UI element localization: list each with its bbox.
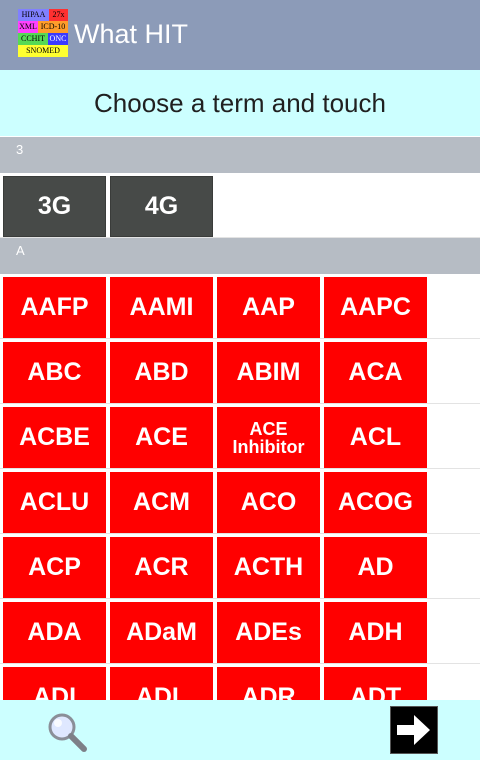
term-row: ACBE ACE ACE Inhibitor ACL — [0, 404, 480, 469]
term-tile[interactable]: AAFP — [3, 277, 106, 338]
term-row: ADA ADaM ADEs ADH — [0, 599, 480, 664]
section-header: A — [0, 238, 480, 274]
term-tile[interactable]: ADA — [3, 602, 106, 663]
term-tile[interactable]: ACM — [110, 472, 213, 533]
term-tile[interactable]: ACR — [110, 537, 213, 598]
section-header: 3 — [0, 137, 480, 173]
search-button[interactable] — [42, 709, 90, 755]
term-tile[interactable]: ADR — [217, 667, 320, 700]
section-header-label: A — [16, 243, 25, 258]
term-row: ABC ABD ABIM ACA — [0, 339, 480, 404]
arrow-right-icon — [397, 715, 430, 745]
term-tile[interactable]: ACE — [110, 407, 213, 468]
term-tile[interactable]: ABD — [110, 342, 213, 403]
term-row: AAFP AAMI AAP AAPC — [0, 274, 480, 339]
magnifier-icon — [48, 713, 87, 752]
term-row: ADI ADL ADR ADT — [0, 664, 480, 700]
term-row: 3G 4G — [0, 173, 480, 238]
term-tile[interactable]: ACP — [3, 537, 106, 598]
term-tile[interactable]: AAPC — [324, 277, 427, 338]
term-tile[interactable]: ABC — [3, 342, 106, 403]
term-list[interactable]: 3 3G 4G A AAFP AAMI AAP AAPC ABC ABD ABIM ACA ACBE AC… — [0, 0, 480, 700]
term-tile[interactable]: ACL — [324, 407, 427, 468]
term-tile[interactable]: ACO — [217, 472, 320, 533]
term-tile[interactable]: ACA — [324, 342, 427, 403]
term-tile[interactable]: ADEs — [217, 602, 320, 663]
term-tile[interactable]: ADaM — [110, 602, 213, 663]
term-row: ACP ACR ACTH AD — [0, 534, 480, 599]
term-tile[interactable]: ADH — [324, 602, 427, 663]
term-tile[interactable]: ACTH — [217, 537, 320, 598]
term-tile[interactable]: AD — [324, 537, 427, 598]
term-tile[interactable]: 4G — [110, 176, 213, 237]
term-row: ACLU ACM ACO ACOG — [0, 469, 480, 534]
term-tile[interactable]: ADI — [3, 667, 106, 700]
term-tile[interactable]: ACBE — [3, 407, 106, 468]
term-tile[interactable]: AAMI — [110, 277, 213, 338]
section-header-label: 3 — [16, 142, 24, 157]
next-button[interactable] — [390, 706, 438, 754]
term-tile[interactable]: ABIM — [217, 342, 320, 403]
term-tile[interactable]: 3G — [3, 176, 106, 237]
term-tile[interactable]: ADL — [110, 667, 213, 700]
term-tile[interactable]: ADT — [324, 667, 427, 700]
term-tile[interactable]: ACOG — [324, 472, 427, 533]
term-tile[interactable]: AAP — [217, 277, 320, 338]
term-tile[interactable]: ACE Inhibitor — [217, 407, 320, 468]
term-tile[interactable]: ACLU — [3, 472, 106, 533]
